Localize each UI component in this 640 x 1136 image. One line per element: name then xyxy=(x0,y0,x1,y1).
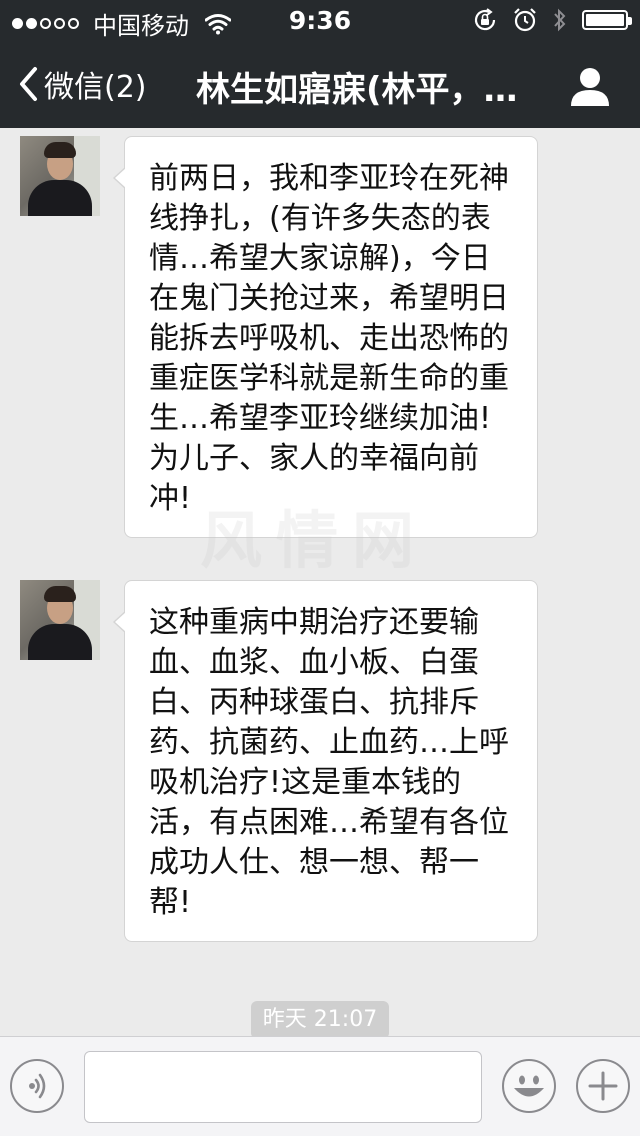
battery-level xyxy=(586,14,624,26)
emoji-icon xyxy=(504,1061,554,1111)
voice-icon xyxy=(12,1061,62,1111)
message-input[interactable] xyxy=(84,1051,482,1123)
chevron-left-icon xyxy=(18,66,38,102)
status-right xyxy=(472,7,632,33)
voice-button[interactable] xyxy=(10,1059,64,1113)
chat-area[interactable]: 前两日，我和李亚玲在死神线挣扎，(有许多失态的表情…希望大家谅解)，今日在鬼门关… xyxy=(0,128,640,1036)
bluetooth-icon xyxy=(552,7,568,33)
battery-icon xyxy=(582,10,632,30)
plus-icon xyxy=(578,1061,628,1111)
status-bar: 中国移动 9:36 xyxy=(0,0,640,40)
avatar[interactable] xyxy=(20,136,100,216)
avatar[interactable] xyxy=(20,580,100,660)
emoji-button[interactable] xyxy=(502,1059,556,1113)
back-label: 微信(2) xyxy=(44,70,147,105)
nav-bar: 微信(2) 林生如寤寐(林平，… xyxy=(0,40,640,128)
back-button[interactable]: 微信(2) xyxy=(18,60,147,108)
page-title: 林生如寤寐(林平，… xyxy=(196,70,518,110)
alarm-icon xyxy=(512,7,538,33)
chat-info-button[interactable] xyxy=(568,64,612,108)
person-icon xyxy=(568,64,612,108)
message-bubble[interactable]: 前两日，我和李亚玲在死神线挣扎，(有许多失态的表情…希望大家谅解)，今日在鬼门关… xyxy=(113,136,538,538)
rotation-lock-icon xyxy=(472,7,498,33)
more-button[interactable] xyxy=(576,1059,630,1113)
message-bubble[interactable]: 这种重病中期治疗还要输血、血浆、血小板、白蛋白、丙种球蛋白、抗排斥药、抗菌药、止… xyxy=(113,580,538,942)
input-bar xyxy=(0,1036,640,1136)
timestamp: 昨天 21:07 xyxy=(251,1001,389,1036)
